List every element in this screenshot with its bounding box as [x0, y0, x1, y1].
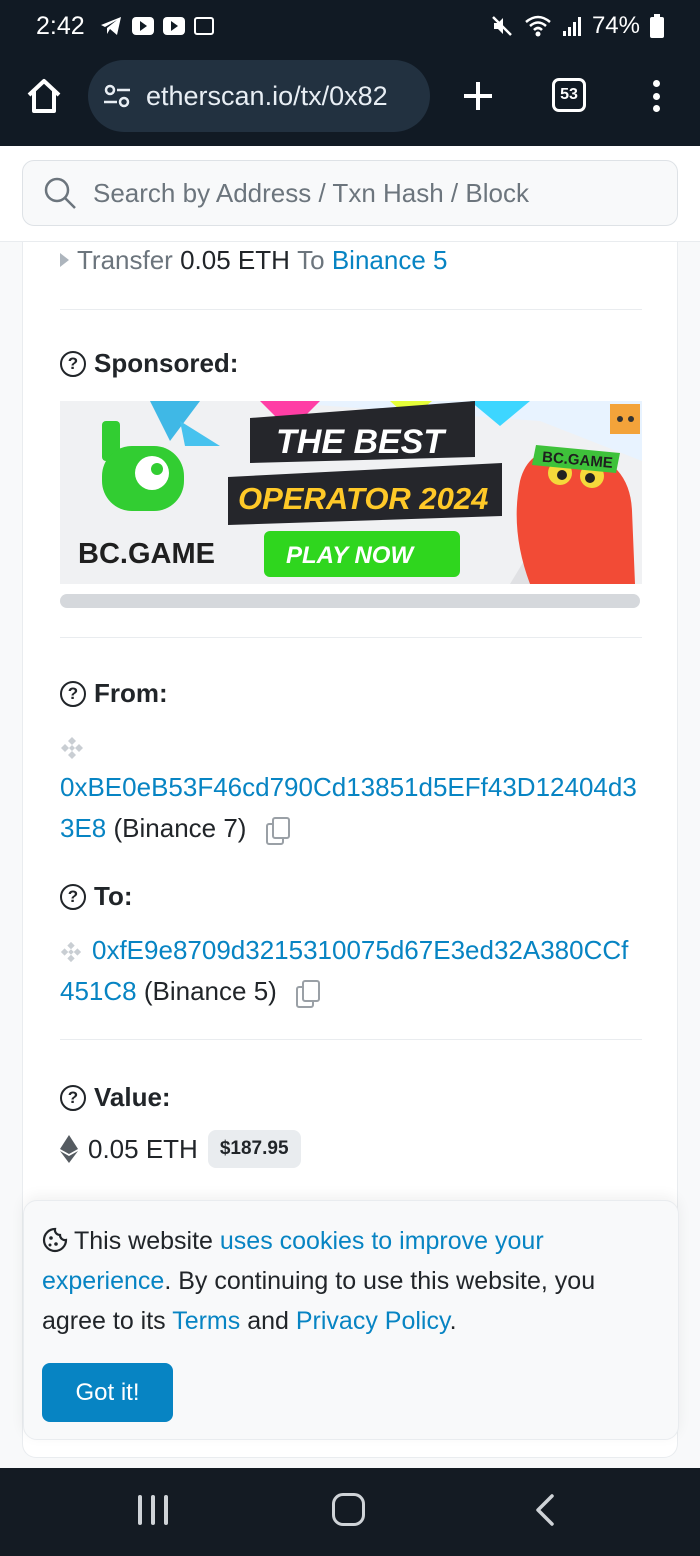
site-settings-icon[interactable] [102, 81, 132, 111]
cookie-text-and: and [240, 1307, 296, 1335]
back-icon[interactable] [530, 1494, 560, 1526]
copy-icon[interactable] [296, 980, 321, 1009]
usd-value-badge: $187.95 [207, 1130, 301, 1168]
address-bar[interactable]: etherscan.io/tx/0x82 [88, 60, 430, 132]
cookie-text-end: . [449, 1307, 457, 1335]
wifi-icon [525, 15, 551, 37]
recents-icon[interactable] [138, 1495, 168, 1525]
to-label: ? To: [60, 881, 642, 912]
home-icon[interactable] [24, 76, 64, 116]
battery-level: 74% [591, 12, 640, 39]
value-amount: 0.05 ETH [88, 1133, 198, 1164]
url-text: etherscan.io/tx/0x82 [146, 80, 388, 111]
transfer-amount: 0.05 ETH [180, 244, 290, 275]
tabs-icon[interactable]: 53 [552, 78, 586, 112]
home-nav-icon[interactable] [332, 1493, 365, 1526]
from-label-text: From: [94, 678, 168, 708]
binance-icon [61, 737, 83, 759]
question-icon: ? [60, 350, 86, 377]
ad-brand-text: BC.GAME [78, 538, 215, 570]
ad-scrollbar[interactable] [60, 594, 640, 608]
mascot-icon: BC.GAME [516, 445, 635, 584]
divider [60, 637, 642, 638]
from-label: ? From: [60, 678, 642, 709]
youtube-icon [131, 17, 154, 35]
youtube-icon [162, 17, 185, 35]
transfer-prefix: Transfer [77, 244, 173, 275]
copy-icon[interactable] [265, 817, 290, 846]
transfer-to-word: To [297, 244, 325, 275]
binance-icon [60, 942, 82, 963]
cookie-text-before: This website [74, 1227, 220, 1255]
telegram-icon [100, 17, 121, 35]
cookie-text: This website uses cookies to improve you… [42, 1221, 660, 1341]
ethereum-icon [60, 1135, 78, 1163]
signal-icon [562, 17, 581, 36]
to-label-text: To: [94, 881, 133, 911]
sponsored-label: ? Sponsored: [60, 348, 642, 379]
from-address-block: 0xBE0eB53F46cd790Cd13851d5EFf43D12404d33… [60, 767, 642, 849]
question-icon: ? [60, 1084, 86, 1111]
ad-artwork: BC.GAME THE BEST OPERATOR 2024 PLAY NOW … [60, 401, 642, 584]
ad-headline-2: OPERATOR 2024 [238, 481, 488, 516]
system-nav-bar [0, 1468, 700, 1556]
status-bar: 2:42 74% [0, 0, 700, 52]
cookie-banner: This website uses cookies to improve you… [23, 1200, 679, 1440]
search-box[interactable] [22, 160, 678, 226]
tab-count: 53 [560, 86, 578, 103]
ad-choices-icon [610, 404, 640, 434]
caret-right-icon [60, 253, 69, 267]
value-label: ? Value: [60, 1082, 642, 1113]
browser-toolbar: etherscan.io/tx/0x82 53 [0, 52, 700, 146]
got-it-button[interactable]: Got it! [42, 1363, 173, 1422]
question-icon: ? [60, 680, 86, 707]
ad-headline-1: THE BEST [276, 423, 447, 461]
search-icon [44, 177, 76, 209]
gallery-icon [193, 17, 214, 35]
more-menu-icon[interactable] [646, 76, 666, 116]
transfer-recipient-link[interactable]: Binance 5 [332, 245, 448, 276]
mute-icon [492, 16, 512, 36]
to-address-name: (Binance 5) [143, 976, 277, 1006]
battery-icon [650, 14, 664, 38]
privacy-policy-link[interactable]: Privacy Policy [296, 1307, 450, 1335]
divider [60, 309, 642, 310]
new-tab-icon[interactable] [458, 76, 498, 116]
sponsored-label-text: Sponsored: [94, 348, 239, 378]
from-address-name: (Binance 7) [113, 813, 247, 843]
status-time: 2:42 [36, 11, 85, 40]
ad-cta: PLAY NOW [286, 542, 415, 569]
sponsored-ad-banner[interactable]: BC.GAME THE BEST OPERATOR 2024 PLAY NOW … [60, 401, 642, 584]
to-address-block: 0xfE9e8709d3215310075d67E3ed32A380CCf451… [60, 930, 642, 1012]
search-input[interactable] [93, 177, 533, 209]
value-label-text: Value: [94, 1082, 171, 1112]
terms-link[interactable]: Terms [172, 1307, 240, 1335]
question-icon: ? [60, 883, 86, 910]
value-row: 0.05 ETH $187.95 [60, 1130, 642, 1168]
transfer-action-row: Transfer 0.05 ETH To Binance 5 [60, 242, 642, 278]
divider [60, 1039, 642, 1040]
search-header [0, 146, 700, 242]
cookie-icon [42, 1227, 68, 1253]
